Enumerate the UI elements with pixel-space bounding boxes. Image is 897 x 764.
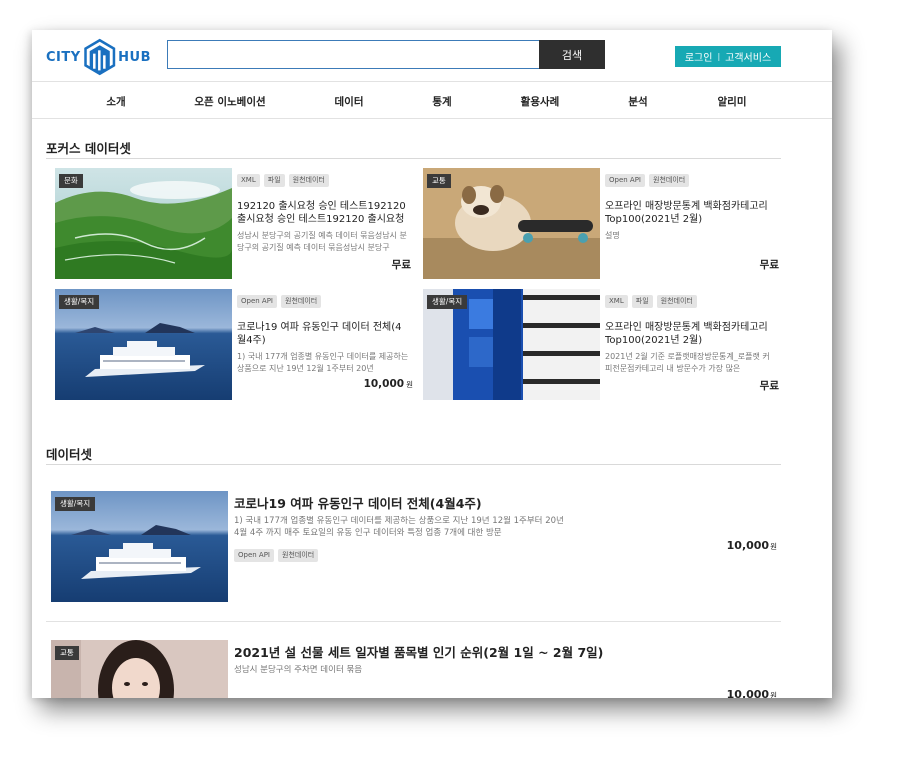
card-price: 무료 xyxy=(759,259,779,271)
tag: 원천데이터 xyxy=(649,174,690,187)
tag: Open API xyxy=(234,549,274,562)
category-badge: 교통 xyxy=(55,646,79,660)
dataset-row[interactable]: 생활/복지 코로나19 여파 유동인구 데이터 전체(4월4주) 1) 국내 1… xyxy=(51,491,781,602)
focus-section-divider xyxy=(46,158,781,159)
nav-item-notifications[interactable]: 알리미 xyxy=(718,94,747,109)
card-price: 10,000 원 xyxy=(363,378,413,390)
card-description: 2021년 2월 기준 로플랫매장방문통계_로플랫 커피전문점카테고리 내 방문… xyxy=(605,352,770,373)
row-divider xyxy=(46,621,781,622)
tag: 원천데이터 xyxy=(281,295,322,308)
card-description: 1) 국내 177개 업종별 유동인구 데이터를 제공하는 상품으로 지난 19… xyxy=(237,352,409,373)
dataset-title[interactable]: 2021년 설 선물 세트 일자별 품목별 인기 순위(2월 1일 ~ 2월 7… xyxy=(234,642,603,661)
bulldog-skateboard-thumbnail: 교통 xyxy=(423,168,600,279)
cruise-ship-thumbnail: 생활/복지 xyxy=(55,289,232,400)
card-title[interactable]: 코로나19 여파 유동인구 데이터 전체(4월4주) xyxy=(237,321,409,347)
card-description: 설명 xyxy=(605,231,620,240)
focus-section-title: 포커스 데이터셋 xyxy=(46,141,131,156)
logo-text-city: CITY xyxy=(46,49,81,65)
login-link[interactable]: 로그인 xyxy=(685,49,713,64)
nav-item-data[interactable]: 데이터 xyxy=(335,94,364,109)
category-badge: 문화 xyxy=(59,174,83,188)
category-badge: 생활/복지 xyxy=(55,497,96,511)
focus-card[interactable]: 생활/복지 XML 파일 원천데이터 오프라인 매장방문통계 백화점카테고리 T… xyxy=(423,289,781,400)
account-box: 로그인 | 고객서비스 xyxy=(675,46,781,67)
portrait-thumbnail: 교통 xyxy=(51,640,228,698)
category-badge: 생활/복지 xyxy=(59,295,100,309)
card-price: 무료 xyxy=(391,259,411,271)
nav-item-statistics[interactable]: 통계 xyxy=(432,94,451,109)
focus-card[interactable]: 교통 Open API 원천데이터 오프라인 매장방문통계 백화점카테고리 To… xyxy=(423,168,781,279)
tag-list: Open API 원천데이터 xyxy=(234,549,319,562)
focus-card[interactable]: 생활/복지 Open API 원천데이터 코로나19 여파 유동인구 데이터 전… xyxy=(55,289,413,400)
dataset-price: 10,000원 xyxy=(726,539,777,552)
tag: 원천데이터 xyxy=(288,174,329,187)
customer-service-link[interactable]: 고객서비스 xyxy=(725,49,771,64)
dataset-row[interactable]: 교통 2021년 설 선물 세트 일자별 품목별 인기 순위(2월 1일 ~ 2… xyxy=(51,640,781,698)
tag: Open API xyxy=(605,174,645,187)
dataset-price: 10,000원 xyxy=(726,688,777,698)
tag: Open API xyxy=(237,295,277,308)
city-hub-logo[interactable]: CITY HUB xyxy=(46,35,151,79)
dataset-section-divider xyxy=(46,464,781,465)
dataset-description: 성남시 분당구의 주차면 데이터 묶음 xyxy=(234,665,363,675)
tag-list: XML 파일 원천데이터 xyxy=(605,295,697,308)
tag: XML xyxy=(605,295,628,308)
card-title[interactable]: 오프라인 매장방문통계 백화점카테고리 Top100(2021년 2월) xyxy=(605,200,777,226)
building-thumbnail: 생활/복지 xyxy=(423,289,600,400)
tag: 원천데이터 xyxy=(278,549,319,562)
nav-item-use-cases[interactable]: 활용사례 xyxy=(521,94,560,109)
category-badge: 생활/복지 xyxy=(427,295,468,309)
card-price: 무료 xyxy=(759,380,779,392)
search-button[interactable]: 검색 xyxy=(539,40,605,69)
card-title[interactable]: 192120 출시요청 승인 테스트192120 출시요청 승인 테스트1921… xyxy=(237,200,409,226)
dataset-title[interactable]: 코로나19 여파 유동인구 데이터 전체(4월4주) xyxy=(234,493,482,512)
hexagon-building-icon xyxy=(83,38,115,76)
page-frame: CITY HUB 검색 로그인 | 고객서비스 소개 오픈 이노베이션 데이터 … xyxy=(32,30,832,698)
card-title[interactable]: 오프라인 매장방문통계 백화점카테고리 Top100(2021년 2월) xyxy=(605,321,777,347)
tag: 파일 xyxy=(631,295,653,308)
category-badge: 교통 xyxy=(427,174,451,188)
tag-list: XML 파일 원천데이터 xyxy=(237,174,329,187)
focus-card[interactable]: 문화 XML 파일 원천데이터 192120 출시요청 승인 테스트192120… xyxy=(55,168,413,279)
tag-list: Open API 원천데이터 xyxy=(605,174,690,187)
cruise-ship-thumbnail: 생활/복지 xyxy=(51,491,228,602)
tag: 파일 xyxy=(263,174,285,187)
nav-item-analysis[interactable]: 분석 xyxy=(628,94,647,109)
site-header: CITY HUB 검색 로그인 | 고객서비스 xyxy=(32,30,832,82)
card-description: 성남시 분당구의 공기질 예측 데이터 묶음성남시 분당구의 공기질 예측 데이… xyxy=(237,231,407,252)
auth-separator: | xyxy=(717,52,721,61)
main-nav: 소개 오픈 이노베이션 데이터 통계 활용사례 분석 알리미 xyxy=(32,83,832,119)
dataset-section-title: 데이터셋 xyxy=(46,447,93,462)
tag: XML xyxy=(237,174,260,187)
search-input[interactable] xyxy=(167,40,540,69)
tag: 원천데이터 xyxy=(656,295,697,308)
nav-item-open-innovation[interactable]: 오픈 이노베이션 xyxy=(194,94,265,109)
dataset-description: 1) 국내 177개 업종별 유동인구 데이터를 제공하는 상품으로 지난 19… xyxy=(234,516,564,538)
logo-text-hub: HUB xyxy=(118,49,151,65)
tag-list: Open API 원천데이터 xyxy=(237,295,322,308)
nav-item-about[interactable]: 소개 xyxy=(106,94,125,109)
mountain-thumbnail: 문화 xyxy=(55,168,232,279)
